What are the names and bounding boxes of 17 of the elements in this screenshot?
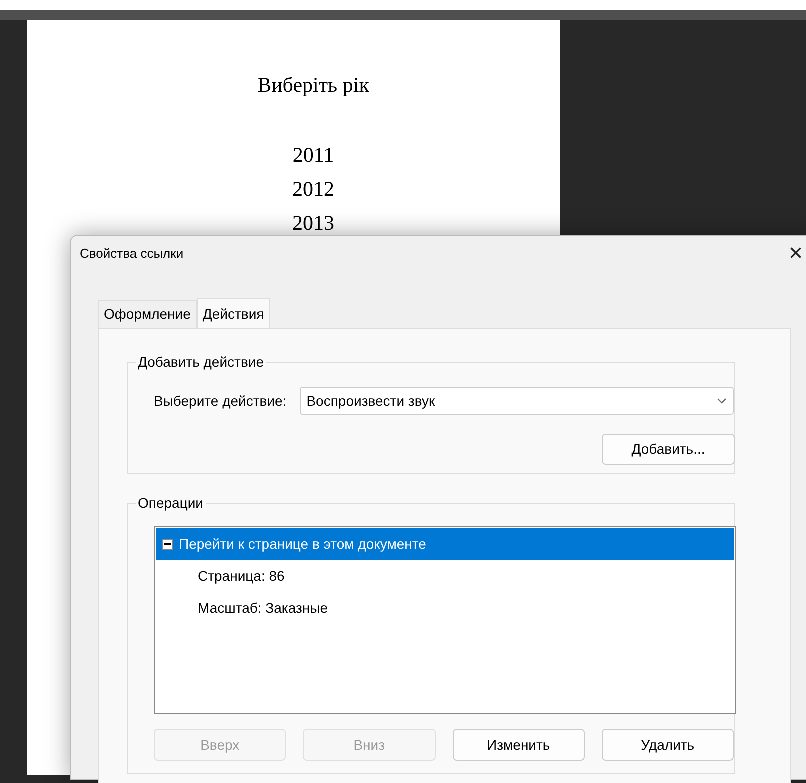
chevron-down-icon xyxy=(716,398,727,404)
year-link[interactable]: 2011 xyxy=(67,138,560,172)
page-heading: Виберіть рік xyxy=(256,72,370,99)
tab[interactable]: Действия xyxy=(196,298,270,328)
field-label: Выберите действие: xyxy=(154,392,287,411)
add-button[interactable]: Добавить... xyxy=(602,434,735,465)
collapse-icon[interactable] xyxy=(162,538,173,550)
action-button[interactable]: Удалить xyxy=(602,729,734,761)
action-button[interactable]: Изменить xyxy=(452,729,585,761)
action-dropdown[interactable]: Воспроизвести звук xyxy=(300,387,734,415)
tree-item[interactable]: Перейти к странице в этом документе xyxy=(156,528,734,560)
close-button[interactable]: × xyxy=(783,240,806,268)
tab[interactable]: Оформление xyxy=(98,300,197,328)
tree-item[interactable]: Масштаб: Заказные xyxy=(156,592,734,624)
year-link[interactable]: 2012 xyxy=(67,172,560,206)
dialog-title: Свойства ссылки xyxy=(80,245,184,264)
tree-item[interactable]: Страница: 86 xyxy=(156,560,734,592)
